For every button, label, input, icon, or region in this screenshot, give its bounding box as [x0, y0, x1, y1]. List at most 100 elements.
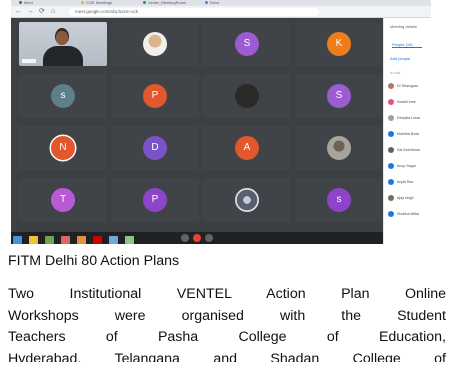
participant-tile[interactable]: D: [111, 126, 199, 170]
tab-favicon-icon: [19, 1, 22, 5]
browser-tab-label: Meet: [24, 0, 33, 5]
person-name: Swathi sree: [397, 100, 416, 104]
person-avatar-icon: [388, 115, 394, 121]
browser-address-bar: ← → ⟳ ⌂ meet.google.com/ufq-bozm-uck: [11, 6, 431, 18]
participant-tile[interactable]: P: [111, 178, 199, 222]
participant-grid: S Ks P S N D A T Ps: [11, 18, 383, 232]
participant-tile[interactable]: S: [203, 22, 291, 66]
participant-photo-avatar: [327, 136, 351, 160]
person-avatar-icon: [388, 147, 394, 153]
people-side-panel: Meeting details People (16) Add people I…: [383, 18, 431, 244]
reload-icon[interactable]: ⟳: [39, 7, 45, 17]
people-list-item[interactable]: Sai Keerthana: [388, 146, 430, 155]
participant-avatar: P: [143, 188, 167, 212]
taskbar-app-icon[interactable]: [13, 236, 22, 244]
meeting-screenshot: Meet COE Meetings Ventel_MeetingRoom Drive …: [11, 0, 431, 244]
person-avatar-icon: [388, 163, 394, 169]
participant-avatar: S: [327, 84, 351, 108]
forward-icon[interactable]: →: [27, 7, 34, 17]
person-avatar-icon: [388, 195, 394, 201]
side-panel-header: Meeting details: [390, 24, 417, 29]
speaker-name-tag: [22, 59, 36, 63]
people-list-item[interactable]: Swathi sree: [388, 98, 430, 107]
participant-tile[interactable]: [295, 126, 383, 170]
participant-tile[interactable]: N: [19, 126, 107, 170]
body-paragraph: Two Institutional VENTEL Action Plan Onl…: [8, 284, 446, 370]
person-name: Sai Keerthana: [397, 148, 420, 152]
tab-favicon-icon: [81, 1, 84, 5]
taskbar-app-icon[interactable]: [61, 236, 70, 244]
speaker-video: [19, 22, 107, 66]
person-name: Dr Shanigaru: [397, 84, 419, 88]
browser-tab-label: COE Meetings: [86, 0, 113, 5]
participant-tile[interactable]: [111, 22, 199, 66]
in-call-label: In call: [390, 70, 401, 75]
os-taskbar: [11, 236, 171, 245]
participant-avatar: P: [143, 84, 167, 108]
participant-tile[interactable]: A: [203, 126, 291, 170]
paragraph-line: Two Institutional VENTEL Action Plan Onl…: [8, 286, 446, 302]
participant-tile[interactable]: K: [295, 22, 383, 66]
person-name: Anup Sagar: [397, 164, 416, 168]
camera-icon[interactable]: [205, 234, 213, 242]
person-avatar-icon: [388, 99, 394, 105]
people-list-item[interactable]: Deepika Lohar: [388, 114, 430, 123]
person-avatar-icon: [388, 211, 394, 217]
participant-tile[interactable]: [203, 74, 291, 118]
participant-tile[interactable]: s: [295, 178, 383, 222]
people-tab[interactable]: People (16): [392, 42, 422, 48]
person-name: Anjali Rao: [397, 180, 414, 184]
browser-tab-label: Drive: [210, 0, 220, 5]
back-icon[interactable]: ←: [15, 7, 22, 17]
page-crop-edge: [0, 362, 458, 375]
mic-icon[interactable]: [181, 234, 189, 242]
person-name: Deepika Lohar: [397, 116, 421, 120]
taskbar-app-icon[interactable]: [93, 236, 102, 244]
add-people-link[interactable]: Add people: [390, 56, 430, 61]
taskbar-app-icon[interactable]: [45, 236, 54, 244]
participant-tile[interactable]: [19, 22, 107, 66]
participant-tile[interactable]: T: [19, 178, 107, 222]
person-avatar-icon: [388, 83, 394, 89]
participant-tile[interactable]: S: [295, 74, 383, 118]
participant-avatar: N: [51, 136, 75, 160]
speaker-face: [56, 31, 68, 45]
person-name: Ajay singh: [397, 196, 414, 200]
person-name: Mahitha Boda: [397, 132, 420, 136]
participant-photo-avatar: [235, 84, 259, 108]
speaker-body: [43, 46, 83, 66]
taskbar-app-icon[interactable]: [125, 236, 134, 244]
participant-avatar: T: [51, 188, 75, 212]
tab-favicon-icon: [205, 1, 208, 5]
participant-photo-avatar: [143, 32, 167, 56]
people-list-item[interactable]: Ajay singh: [388, 194, 430, 203]
participant-avatar: A: [235, 136, 259, 160]
taskbar-app-icon[interactable]: [77, 236, 86, 244]
participant-avatar: s: [51, 84, 75, 108]
participant-photo-avatar: [235, 188, 259, 212]
people-list-item[interactable]: Mahitha Boda: [388, 130, 430, 139]
hang-up-icon[interactable]: [193, 234, 201, 242]
people-list-item[interactable]: Anup Sagar: [388, 162, 430, 171]
url-field[interactable]: meet.google.com/ufq-bozm-uck: [69, 8, 319, 16]
participant-avatar: K: [327, 32, 351, 56]
people-list-item[interactable]: Dr Shanigaru: [388, 82, 430, 91]
taskbar-app-icon[interactable]: [29, 236, 38, 244]
participant-tile[interactable]: [203, 178, 291, 222]
participant-tile[interactable]: s: [19, 74, 107, 118]
person-avatar-icon: [388, 131, 394, 137]
taskbar-app-icon[interactable]: [109, 236, 118, 244]
participant-avatar: S: [235, 32, 259, 56]
section-title: FITM Delhi 80 Action Plans: [8, 253, 180, 269]
person-avatar-icon: [388, 179, 394, 185]
participant-avatar: D: [143, 136, 167, 160]
participant-avatar: s: [327, 188, 351, 212]
people-list-item[interactable]: Anjali Rao: [388, 178, 430, 187]
home-icon[interactable]: ⌂: [51, 7, 55, 17]
tab-favicon-icon: [143, 1, 146, 5]
paragraph-line: Teachers of Pasha College of Education,: [8, 329, 446, 345]
people-list-item[interactable]: Shubha Mittal: [388, 210, 430, 219]
person-name: Shubha Mittal: [397, 212, 419, 216]
paragraph-line: Workshops were organised with the Studen…: [8, 307, 446, 324]
participant-tile[interactable]: P: [111, 74, 199, 118]
